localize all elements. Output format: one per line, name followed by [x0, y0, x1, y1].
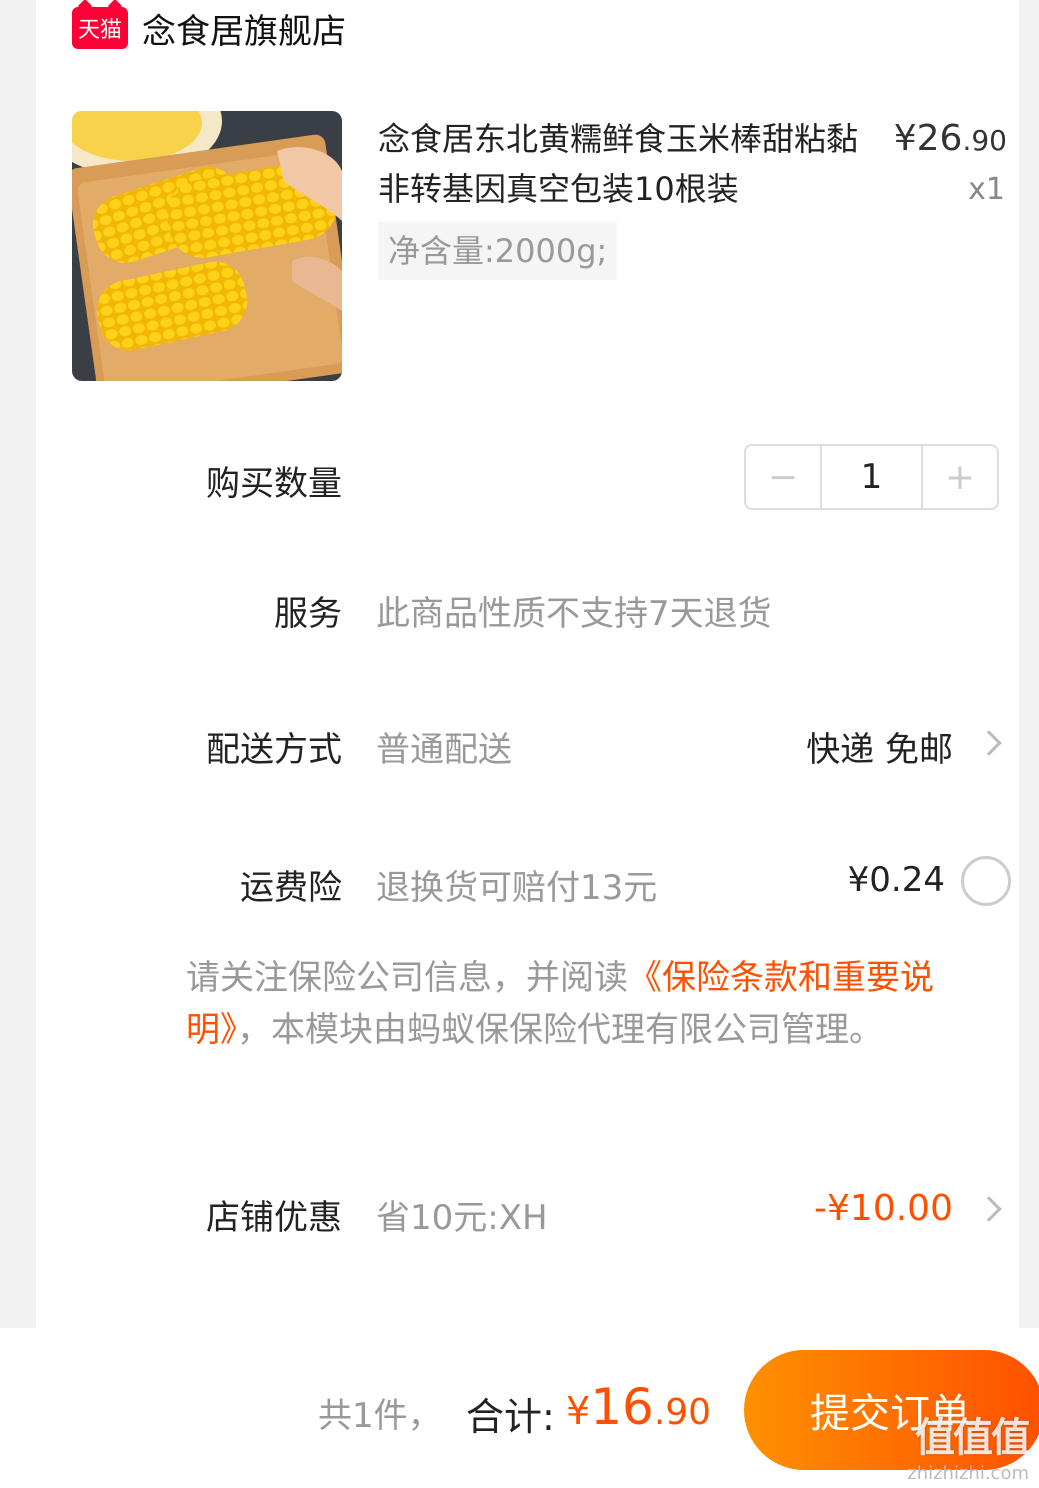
corn-product-image [72, 111, 342, 381]
store-discount-amount[interactable]: -¥10.00 [814, 1188, 953, 1229]
insurance-value: 退换货可赔付13元 [376, 868, 658, 908]
quantity-label: 购买数量 [206, 464, 342, 504]
order-confirm-page: 天猫 念食居旗舰店 念食居东北黄糯鲜食玉米棒甜粘黏非转基因真空包装10根装 ¥2… [0, 0, 1039, 1488]
delivery-value: 普通配送 [376, 730, 512, 770]
store-discount-label: 店铺优惠 [206, 1198, 342, 1238]
service-label: 服务 [274, 594, 342, 634]
price-integer: 26 [916, 118, 963, 159]
store-name[interactable]: 念食居旗舰店 [142, 4, 346, 53]
store-header[interactable]: 天猫 念食居旗舰店 [72, 4, 346, 53]
item-count: 共1件， [318, 1396, 442, 1436]
total-integer: 16 [590, 1378, 654, 1436]
quantity-input[interactable]: 1 [820, 446, 923, 508]
watermark-logo: 值值值 [915, 1415, 1031, 1461]
decrement-button[interactable]: − [746, 446, 820, 508]
notice-prefix: 请关注保险公司信息，并阅读 [186, 958, 628, 998]
service-value: 此商品性质不支持7天退货 [376, 594, 772, 634]
insurance-price: ¥0.24 [847, 860, 945, 900]
total-label: 合计: [466, 1395, 555, 1439]
watermark: 值值值 zhizhizhi.com [907, 1405, 1031, 1484]
total-symbol: ¥ [566, 1389, 591, 1433]
increment-button[interactable]: + [923, 446, 997, 508]
tmall-logo-icon: 天猫 [72, 7, 128, 49]
product-quantity: x1 [968, 172, 1005, 207]
price-symbol: ¥ [893, 118, 917, 159]
notice-suffix: ，本模块由蚂蚁保保险代理有限公司管理。 [237, 1010, 883, 1050]
store-discount-value: 省10元:XH [376, 1198, 548, 1238]
price-decimal: .90 [962, 124, 1007, 157]
product-image[interactable] [72, 111, 342, 381]
delivery-option[interactable]: 快递 免邮 [806, 722, 953, 771]
page-gutter-left [0, 0, 36, 1328]
page-gutter-right [1019, 0, 1039, 1328]
tmall-badge-text: 天猫 [77, 18, 122, 43]
product-price: ¥26.90 [894, 118, 1007, 159]
delivery-label: 配送方式 [206, 730, 342, 770]
total-decimal: .90 [653, 1392, 712, 1433]
quantity-stepper: − 1 + [744, 444, 999, 510]
total-price: ¥16.90 [566, 1378, 711, 1436]
insurance-label: 运费险 [240, 868, 342, 908]
product-title[interactable]: 念食居东北黄糯鲜食玉米棒甜粘黏非转基因真空包装10根装 [378, 114, 858, 214]
product-spec: 净含量:2000g; [378, 222, 618, 280]
watermark-url: zhizhizhi.com [907, 1463, 1029, 1484]
insurance-notice: 请关注保险公司信息，并阅读《保险条款和重要说明》，本模块由蚂蚁保保险代理有限公司… [186, 952, 1016, 1056]
insurance-radio[interactable] [961, 856, 1011, 906]
